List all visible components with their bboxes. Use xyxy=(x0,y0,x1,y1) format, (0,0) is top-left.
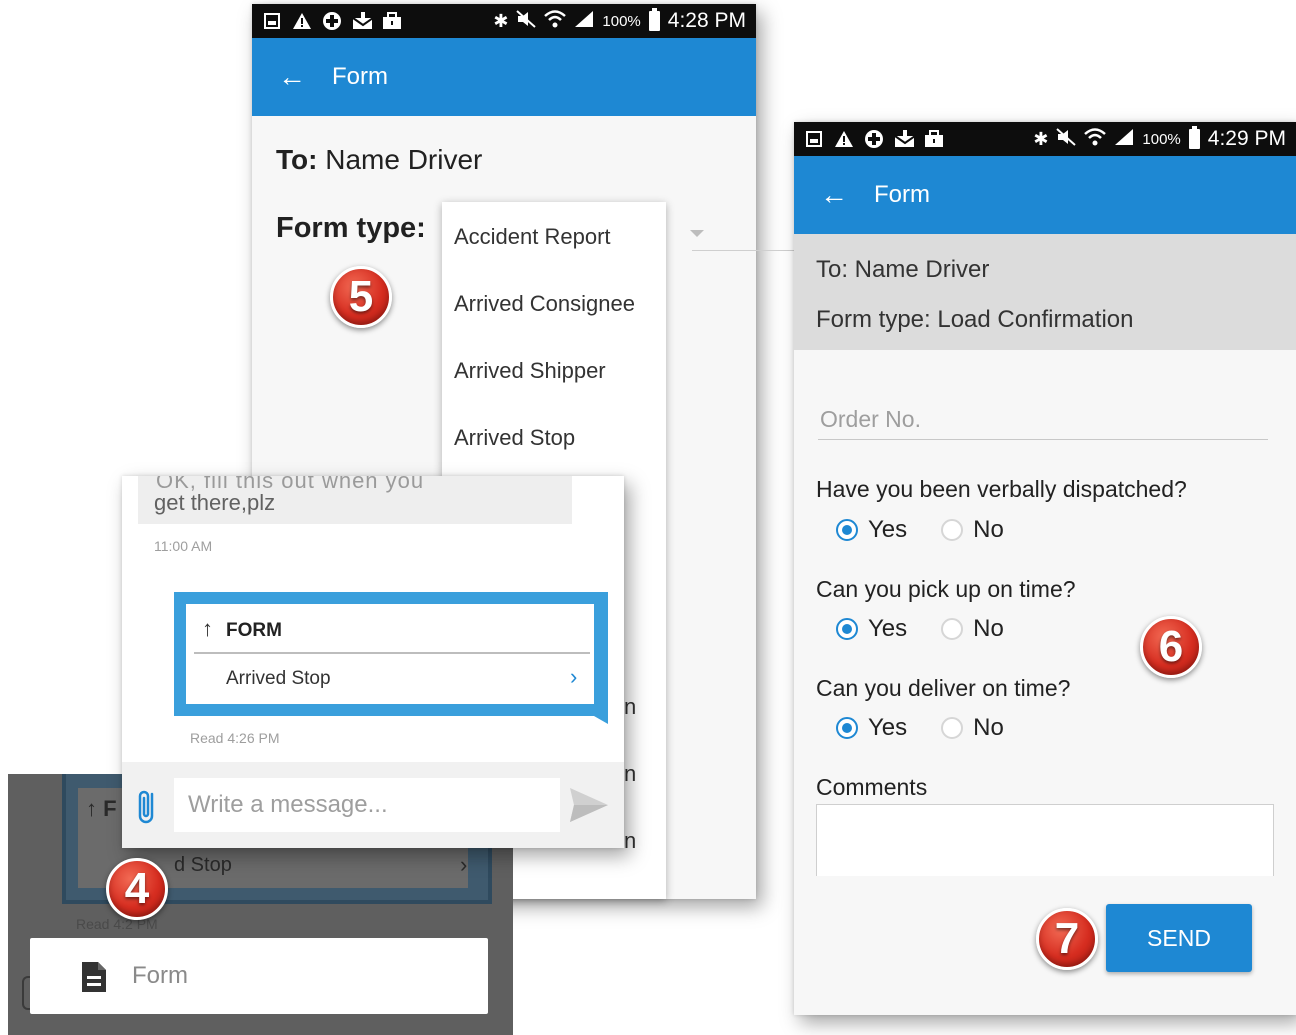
radio-no-label[interactable]: No xyxy=(973,714,1004,742)
dimmed-attach-edge xyxy=(22,976,30,1010)
app-bar: ← Form xyxy=(794,156,1296,234)
status-time: 4:29 PM xyxy=(1207,127,1286,150)
warning-icon xyxy=(834,129,854,149)
dropdown-option-fragment[interactable]: n xyxy=(624,828,636,854)
warning-icon xyxy=(292,11,312,31)
radio-group-dispatched: Yes No xyxy=(836,516,1028,544)
question-dispatched: Have you been verbally dispatched? xyxy=(816,476,1187,502)
form-message-item[interactable]: Arrived Stop xyxy=(226,668,331,690)
dimmed-form-title-text: F xyxy=(103,796,117,821)
to-value: Name Driver xyxy=(325,144,483,175)
dimmed-form-item: d Stop xyxy=(174,854,232,876)
step-badge-4: 4 xyxy=(106,858,168,920)
battery-percent: 100% xyxy=(602,12,641,30)
attachment-clip-icon[interactable] xyxy=(134,786,162,831)
battery-icon xyxy=(1188,126,1200,149)
dropdown-option-accident-report[interactable]: Accident Report xyxy=(454,224,611,250)
question-deliver: Can you deliver on time? xyxy=(816,675,1071,701)
status-bar: ✱ 100% 4:29 PM xyxy=(794,122,1296,156)
briefcase-icon xyxy=(382,11,402,31)
chevron-right-icon: › xyxy=(460,852,468,877)
question-pickup: Can you pick up on time? xyxy=(816,576,1076,602)
mail-upload-icon xyxy=(894,129,914,149)
plus-circle-icon xyxy=(322,11,342,31)
app-bar-title: Form xyxy=(332,63,388,90)
attach-menu-form-label[interactable]: Form xyxy=(132,962,188,990)
to-text: To: Name Driver xyxy=(816,256,990,283)
screenshot-icon xyxy=(262,11,282,31)
radio-group-deliver: Yes No xyxy=(836,714,1028,742)
dropdown-option-fragment[interactable]: n xyxy=(624,694,636,720)
mute-icon xyxy=(1056,127,1077,151)
comments-label: Comments xyxy=(816,774,928,800)
message-input[interactable] xyxy=(174,778,560,832)
radio-yes-label[interactable]: Yes xyxy=(868,615,907,643)
bluetooth-icon: ✱ xyxy=(1033,128,1049,149)
chevron-right-icon[interactable]: › xyxy=(570,664,577,690)
dropdown-option-fragment[interactable]: n xyxy=(624,761,636,787)
mute-icon xyxy=(516,9,537,33)
dropdown-option-arrived-consignee[interactable]: Arrived Consignee xyxy=(454,291,635,317)
wifi-icon xyxy=(544,9,567,33)
app-bar-title: Form xyxy=(874,181,930,208)
to-row: To: Name Driver xyxy=(276,144,482,176)
dimmed-form-title: ↑ F xyxy=(86,796,117,822)
step-badge-7: 7 xyxy=(1036,908,1098,970)
upload-arrow-icon: ↑ xyxy=(202,616,213,641)
radio-yes-label[interactable]: Yes xyxy=(868,714,907,742)
radio-yes-label[interactable]: Yes xyxy=(868,516,907,544)
form-type-label: Form type: xyxy=(276,212,426,244)
chat-screen: OK, fill this out when you get there,plz… xyxy=(122,476,624,848)
radio-no[interactable] xyxy=(941,519,964,541)
upload-arrow-icon: ↑ xyxy=(86,796,97,821)
signal-icon xyxy=(1114,128,1134,151)
radio-no-label[interactable]: No xyxy=(973,615,1004,643)
radio-no-label[interactable]: No xyxy=(973,516,1004,544)
battery-percent: 100% xyxy=(1142,130,1181,148)
document-icon xyxy=(80,960,108,999)
step-badge-6: 6 xyxy=(1140,616,1202,678)
send-icon[interactable] xyxy=(568,786,610,829)
status-time: 4:28 PM xyxy=(667,9,746,32)
radio-no[interactable] xyxy=(941,618,964,640)
back-arrow-icon[interactable]: ← xyxy=(278,61,314,93)
step-badge-5: 5 xyxy=(330,266,392,328)
radio-yes[interactable] xyxy=(836,618,858,640)
status-bar: ✱ 100% 4:28 PM xyxy=(252,4,756,38)
dropdown-caret-icon[interactable] xyxy=(690,230,704,237)
briefcase-icon xyxy=(924,129,944,149)
radio-yes[interactable] xyxy=(836,717,858,739)
read-status: Read 4:26 PM xyxy=(190,730,280,746)
dropdown-option-arrived-shipper[interactable]: Arrived Shipper xyxy=(454,358,606,384)
form-fill-screen: ✱ 100% 4:29 PM ← Form To: Name Driver Fo… xyxy=(794,122,1296,1015)
form-message-divider xyxy=(194,652,590,654)
battery-icon xyxy=(648,8,660,31)
radio-yes[interactable] xyxy=(836,519,858,541)
incoming-message-text: get there,plz xyxy=(154,490,276,515)
form-message-title: FORM xyxy=(226,620,282,641)
form-type-text: Form type: Load Confirmation xyxy=(816,306,1134,333)
bluetooth-icon: ✱ xyxy=(493,10,509,31)
order-number-field[interactable] xyxy=(818,400,1268,440)
comments-field[interactable] xyxy=(816,804,1274,876)
back-arrow-icon[interactable]: ← xyxy=(820,179,856,211)
to-label: To: xyxy=(276,144,318,175)
mail-upload-icon xyxy=(352,11,372,31)
signal-icon xyxy=(574,10,594,33)
send-button[interactable]: SEND xyxy=(1106,904,1252,972)
app-bar: ← Form xyxy=(252,38,756,116)
form-message-tail xyxy=(594,716,608,724)
plus-circle-icon xyxy=(864,129,884,149)
incoming-message-time: 11:00 AM xyxy=(154,538,213,554)
screenshot-icon xyxy=(804,129,824,149)
radio-no[interactable] xyxy=(941,717,964,739)
wifi-icon xyxy=(1084,127,1107,151)
radio-group-pickup: Yes No xyxy=(836,615,1028,643)
dropdown-option-arrived-stop[interactable]: Arrived Stop xyxy=(454,425,575,451)
